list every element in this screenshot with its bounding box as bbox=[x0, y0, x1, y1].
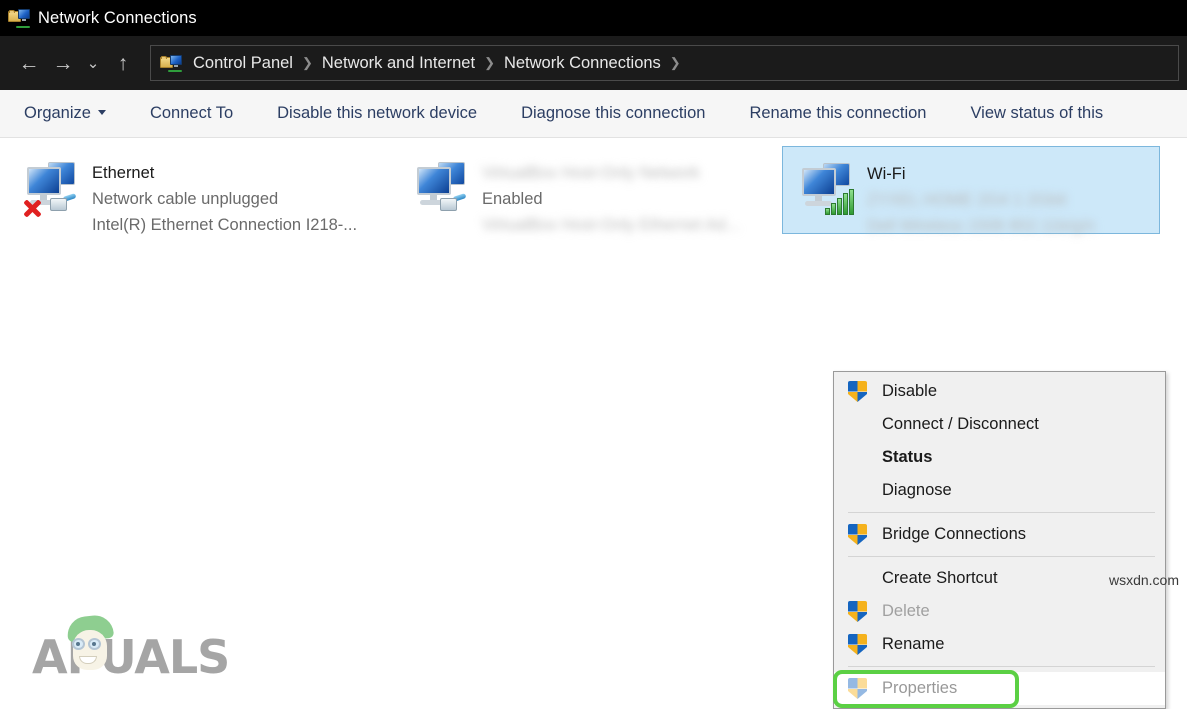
menu-item-label: Status bbox=[882, 448, 933, 466]
recent-locations-button[interactable]: ⌄ bbox=[80, 46, 106, 80]
menu-item-label: Disable bbox=[882, 382, 938, 400]
menu-separator bbox=[848, 512, 1155, 513]
chevron-down-icon bbox=[97, 110, 106, 115]
network-folder-icon bbox=[8, 7, 30, 29]
uac-shield-icon bbox=[847, 677, 882, 700]
appuals-watermark: A PUALS bbox=[32, 613, 230, 684]
menu-item-label: Connect / Disconnect bbox=[882, 415, 1039, 433]
connection-name: Ethernet bbox=[92, 164, 155, 182]
menu-item-label: Create Shortcut bbox=[882, 569, 998, 587]
menu-separator bbox=[848, 556, 1155, 557]
organize-button[interactable]: Organize bbox=[24, 98, 106, 129]
breadcrumb-chevron-icon[interactable]: ❯ bbox=[668, 55, 683, 71]
organize-label: Organize bbox=[24, 104, 91, 122]
window-title: Network Connections bbox=[38, 8, 197, 27]
menu-item-delete: Delete bbox=[834, 595, 1165, 628]
connection-adapter: Dell Wireless 1506 802.11b/g/n bbox=[867, 217, 1096, 235]
source-watermark: wsxdn.com bbox=[1108, 572, 1179, 588]
diagnose-connection-button[interactable]: Diagnose this connection bbox=[521, 98, 705, 129]
up-button[interactable]: ↑ bbox=[106, 46, 140, 80]
breadcrumb-network-connections[interactable]: Network Connections bbox=[497, 54, 668, 73]
menu-item-status[interactable]: Status bbox=[834, 441, 1165, 474]
wifi-context-menu[interactable]: Disable Connect / Disconnect Status Diag… bbox=[833, 371, 1166, 709]
uac-shield-icon bbox=[847, 523, 882, 546]
connection-status: Network cable unplugged bbox=[92, 190, 279, 208]
view-status-button[interactable]: View status of this bbox=[970, 98, 1103, 129]
menu-item-rename[interactable]: Rename bbox=[834, 628, 1165, 661]
connect-to-button[interactable]: Connect To bbox=[150, 98, 233, 129]
connection-adapter: VirtualBox Host-Only Ethernet Ad... bbox=[482, 216, 740, 234]
menu-separator bbox=[848, 666, 1155, 667]
menu-item-label: Delete bbox=[882, 602, 930, 620]
appuals-mascot-icon bbox=[65, 613, 119, 678]
address-bar[interactable]: Control Panel ❯ Network and Internet ❯ N… bbox=[150, 45, 1179, 81]
connection-item-virtualbox[interactable]: VirtualBox Host-Only Network Enabled Vir… bbox=[398, 146, 770, 234]
back-button[interactable]: ← bbox=[12, 46, 46, 80]
connection-adapter: Intel(R) Ethernet Connection I218-... bbox=[92, 216, 358, 234]
window-title-bar: Network Connections bbox=[0, 0, 1187, 36]
menu-item-diagnose[interactable]: Diagnose bbox=[834, 474, 1165, 507]
menu-item-properties[interactable]: Properties bbox=[833, 669, 1165, 708]
connection-item-wifi[interactable]: Wi-Fi ZYXEL HOME 2G4 1 2Gbit Dell Wirele… bbox=[782, 146, 1160, 235]
connection-name: VirtualBox Host-Only Network bbox=[482, 164, 700, 182]
disable-network-device-button[interactable]: Disable this network device bbox=[277, 98, 477, 129]
breadcrumb-chevron-icon[interactable]: ❯ bbox=[300, 55, 315, 71]
connection-item-ethernet[interactable]: Ethernet Network cable unplugged Intel(R… bbox=[8, 146, 380, 234]
wifi-adapter-icon bbox=[795, 157, 861, 223]
appuals-wordmark-prefix: A bbox=[32, 630, 68, 684]
network-adapter-icon bbox=[410, 156, 476, 222]
address-bar-row: ← → ⌄ ↑ Control Panel ❯ Network and Inte… bbox=[0, 36, 1187, 90]
menu-item-bridge-connections[interactable]: Bridge Connections bbox=[834, 518, 1165, 551]
menu-item-label: Properties bbox=[882, 679, 958, 697]
menu-item-connect-disconnect[interactable]: Connect / Disconnect bbox=[834, 408, 1165, 441]
uac-shield-icon bbox=[847, 600, 882, 623]
forward-button[interactable]: → bbox=[46, 46, 80, 80]
breadcrumb-network-and-internet[interactable]: Network and Internet bbox=[315, 54, 482, 73]
connection-status: ZYXEL HOME 2G4 1 2Gbit bbox=[867, 191, 1067, 209]
address-bar-network-folder-icon bbox=[160, 53, 182, 73]
connection-name: Wi-Fi bbox=[867, 165, 906, 183]
uac-shield-icon bbox=[847, 633, 882, 656]
breadcrumb-chevron-icon[interactable]: ❯ bbox=[482, 55, 497, 71]
menu-item-disable[interactable]: Disable bbox=[834, 375, 1165, 408]
menu-item-label: Bridge Connections bbox=[882, 525, 1027, 543]
menu-item-label: Rename bbox=[882, 635, 945, 653]
uac-shield-icon bbox=[847, 380, 882, 403]
command-bar: Organize Connect To Disable this network… bbox=[0, 90, 1187, 138]
breadcrumb-control-panel[interactable]: Control Panel bbox=[186, 54, 300, 73]
menu-item-label: Diagnose bbox=[882, 481, 952, 499]
connections-list: Ethernet Network cable unplugged Intel(R… bbox=[0, 138, 1187, 709]
network-adapter-disconnected-icon bbox=[20, 156, 86, 222]
connection-status: Enabled bbox=[482, 190, 543, 208]
rename-connection-button[interactable]: Rename this connection bbox=[749, 98, 926, 129]
